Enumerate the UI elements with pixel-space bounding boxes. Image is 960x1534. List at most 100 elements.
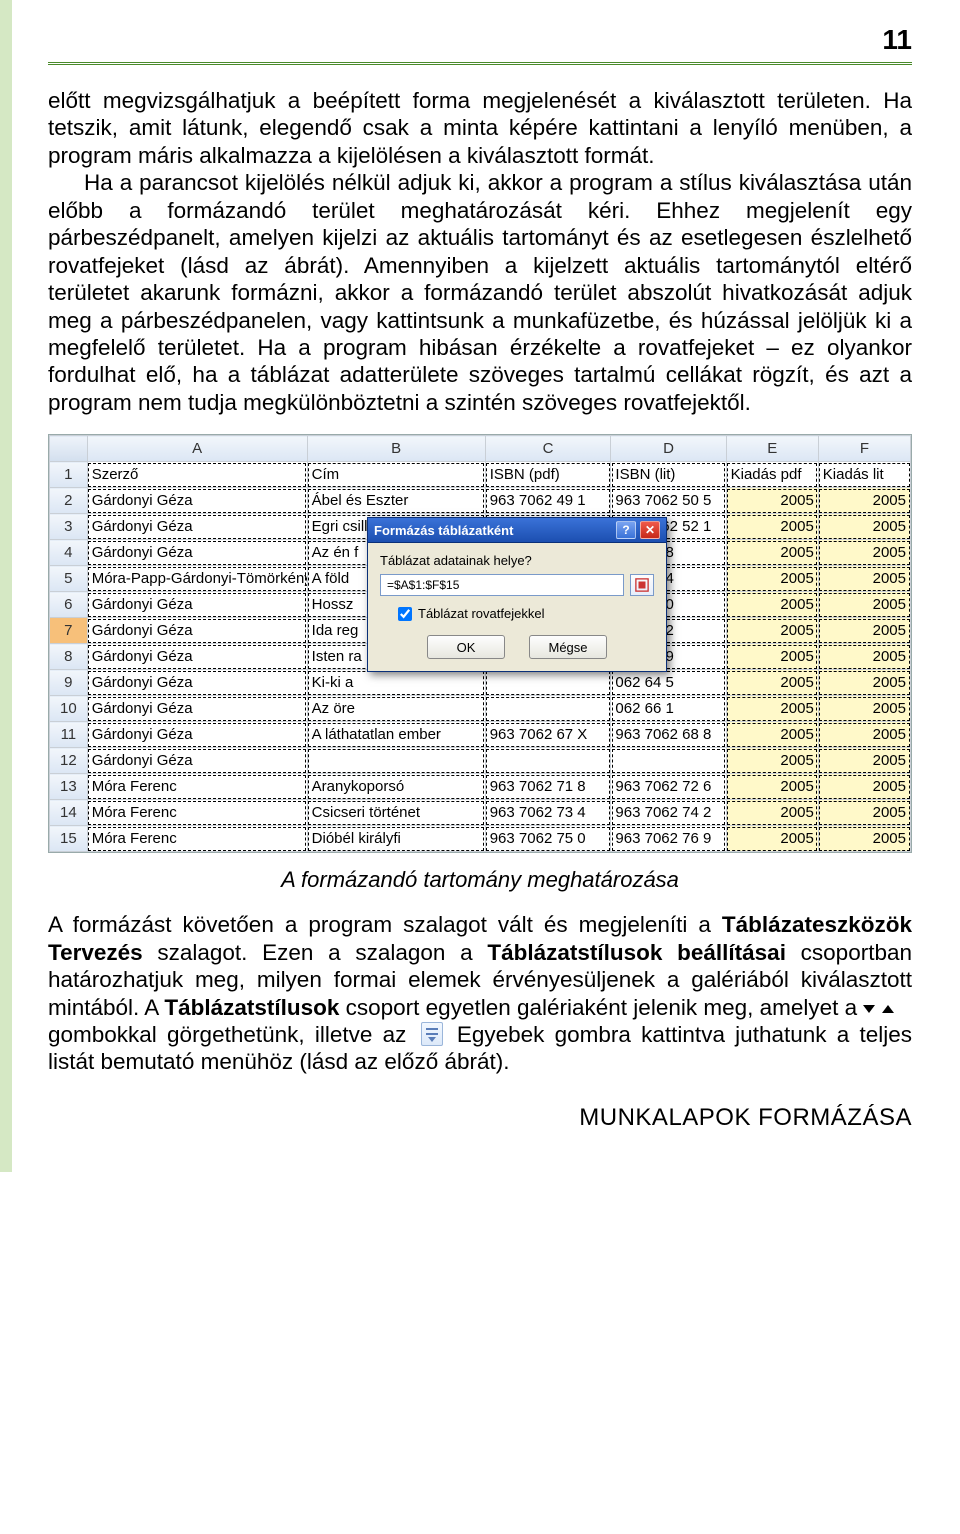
cell[interactable]: Aranykoporsó bbox=[307, 774, 485, 800]
cell[interactable]: 2005 bbox=[818, 696, 910, 722]
cell[interactable]: 963 7062 68 8 bbox=[611, 722, 726, 748]
cell[interactable]: Gárdonyi Géza bbox=[87, 644, 307, 670]
col-B[interactable]: B bbox=[307, 436, 485, 462]
row-head[interactable]: 3 bbox=[50, 514, 88, 540]
headers-checkbox[interactable] bbox=[398, 607, 412, 621]
cell[interactable]: 2005 bbox=[726, 696, 818, 722]
cell[interactable]: 2005 bbox=[818, 592, 910, 618]
cell[interactable]: ISBN (pdf) bbox=[485, 462, 611, 488]
row-head[interactable]: 4 bbox=[50, 540, 88, 566]
cell[interactable]: 963 7062 74 2 bbox=[611, 800, 726, 826]
cell[interactable]: Gárdonyi Géza bbox=[87, 514, 307, 540]
cell[interactable]: 2005 bbox=[818, 514, 910, 540]
col-D[interactable]: D bbox=[611, 436, 726, 462]
cell[interactable]: Szerző bbox=[87, 462, 307, 488]
cell[interactable]: Gárdonyi Géza bbox=[87, 696, 307, 722]
cell[interactable]: 2005 bbox=[818, 670, 910, 696]
cell[interactable]: 963 7062 49 1 bbox=[485, 488, 611, 514]
row-head[interactable]: 8 bbox=[50, 644, 88, 670]
cell[interactable]: 2005 bbox=[726, 774, 818, 800]
range-input[interactable] bbox=[380, 574, 624, 596]
range-picker-icon[interactable] bbox=[630, 574, 654, 596]
cell[interactable]: Móra Ferenc bbox=[87, 774, 307, 800]
cell[interactable]: 2005 bbox=[818, 488, 910, 514]
cell[interactable] bbox=[485, 696, 611, 722]
cell[interactable]: 2005 bbox=[726, 540, 818, 566]
cell[interactable]: Ki-ki a bbox=[307, 670, 485, 696]
cell[interactable]: Az öre bbox=[307, 696, 485, 722]
cell[interactable]: Móra-Papp-Gárdonyi-Tömörkény bbox=[87, 566, 307, 592]
cell[interactable]: 2005 bbox=[818, 722, 910, 748]
row-head[interactable]: 12 bbox=[50, 748, 88, 774]
cell[interactable]: ISBN (lit) bbox=[611, 462, 726, 488]
row-head[interactable]: 13 bbox=[50, 774, 88, 800]
row-head[interactable]: 11 bbox=[50, 722, 88, 748]
row-head[interactable]: 6 bbox=[50, 592, 88, 618]
cell[interactable]: Gárdonyi Géza bbox=[87, 540, 307, 566]
close-icon[interactable]: ✕ bbox=[640, 521, 660, 539]
cell[interactable]: Kiadás lit bbox=[818, 462, 910, 488]
col-E[interactable]: E bbox=[726, 436, 818, 462]
cell[interactable]: 062 64 5 bbox=[611, 670, 726, 696]
cell[interactable]: 2005 bbox=[726, 748, 818, 774]
col-A[interactable]: A bbox=[87, 436, 307, 462]
cell[interactable]: 2005 bbox=[818, 748, 910, 774]
ok-button[interactable]: OK bbox=[427, 635, 505, 659]
row-head[interactable]: 9 bbox=[50, 670, 88, 696]
cell[interactable]: Gárdonyi Géza bbox=[87, 748, 307, 774]
cell[interactable]: 963 7062 76 9 bbox=[611, 826, 726, 852]
cell[interactable]: Gárdonyi Géza bbox=[87, 488, 307, 514]
cancel-button[interactable]: Mégse bbox=[529, 635, 607, 659]
cell[interactable]: 2005 bbox=[726, 592, 818, 618]
cell[interactable]: 062 66 1 bbox=[611, 696, 726, 722]
row-1[interactable]: 1 bbox=[50, 462, 88, 488]
cell[interactable] bbox=[485, 670, 611, 696]
cell[interactable]: 2005 bbox=[818, 618, 910, 644]
cell[interactable]: 2005 bbox=[726, 826, 818, 852]
cell[interactable] bbox=[485, 748, 611, 774]
cell[interactable]: 2005 bbox=[726, 488, 818, 514]
cell[interactable]: Csicseri történet bbox=[307, 800, 485, 826]
cell[interactable]: 2005 bbox=[818, 800, 910, 826]
cell[interactable]: Gárdonyi Géza bbox=[87, 722, 307, 748]
cell[interactable]: Gárdonyi Géza bbox=[87, 592, 307, 618]
cell[interactable]: 2005 bbox=[726, 566, 818, 592]
cell[interactable] bbox=[611, 748, 726, 774]
help-icon[interactable]: ? bbox=[616, 521, 636, 539]
row-head-active[interactable]: 7 bbox=[50, 618, 88, 644]
row-head[interactable]: 5 bbox=[50, 566, 88, 592]
row-head[interactable]: 2 bbox=[50, 488, 88, 514]
cell[interactable]: 963 7062 67 X bbox=[485, 722, 611, 748]
cell[interactable]: 2005 bbox=[818, 826, 910, 852]
cell[interactable] bbox=[307, 748, 485, 774]
cell[interactable]: Gárdonyi Géza bbox=[87, 618, 307, 644]
row-head[interactable]: 14 bbox=[50, 800, 88, 826]
cell[interactable]: 963 7062 50 5 bbox=[611, 488, 726, 514]
cell[interactable]: 2005 bbox=[726, 722, 818, 748]
cell[interactable]: 2005 bbox=[726, 800, 818, 826]
cell[interactable]: A láthatatlan ember bbox=[307, 722, 485, 748]
cell[interactable]: Gárdonyi Géza bbox=[87, 670, 307, 696]
cell[interactable]: 2005 bbox=[818, 644, 910, 670]
col-F[interactable]: F bbox=[818, 436, 910, 462]
select-all-corner[interactable] bbox=[50, 436, 88, 462]
cell[interactable]: 2005 bbox=[726, 514, 818, 540]
cell[interactable]: Móra Ferenc bbox=[87, 800, 307, 826]
cell[interactable]: 2005 bbox=[726, 644, 818, 670]
col-C[interactable]: C bbox=[485, 436, 611, 462]
cell[interactable]: 2005 bbox=[726, 618, 818, 644]
cell[interactable]: Móra Ferenc bbox=[87, 826, 307, 852]
row-head[interactable]: 15 bbox=[50, 826, 88, 852]
cell[interactable]: Kiadás pdf bbox=[726, 462, 818, 488]
cell[interactable]: 963 7062 72 6 bbox=[611, 774, 726, 800]
cell[interactable]: Dióbél királyfi bbox=[307, 826, 485, 852]
cell[interactable]: Ábel és Eszter bbox=[307, 488, 485, 514]
dialog-titlebar[interactable]: Formázás táblázatként ? ✕ bbox=[367, 517, 667, 543]
cell[interactable]: 963 7062 75 0 bbox=[485, 826, 611, 852]
cell[interactable]: 2005 bbox=[818, 540, 910, 566]
cell[interactable]: 963 7062 71 8 bbox=[485, 774, 611, 800]
cell[interactable]: 2005 bbox=[818, 774, 910, 800]
cell[interactable]: Cím bbox=[307, 462, 485, 488]
cell[interactable]: 2005 bbox=[818, 566, 910, 592]
headers-checkbox-row[interactable]: Táblázat rovatfejekkel bbox=[398, 606, 654, 621]
